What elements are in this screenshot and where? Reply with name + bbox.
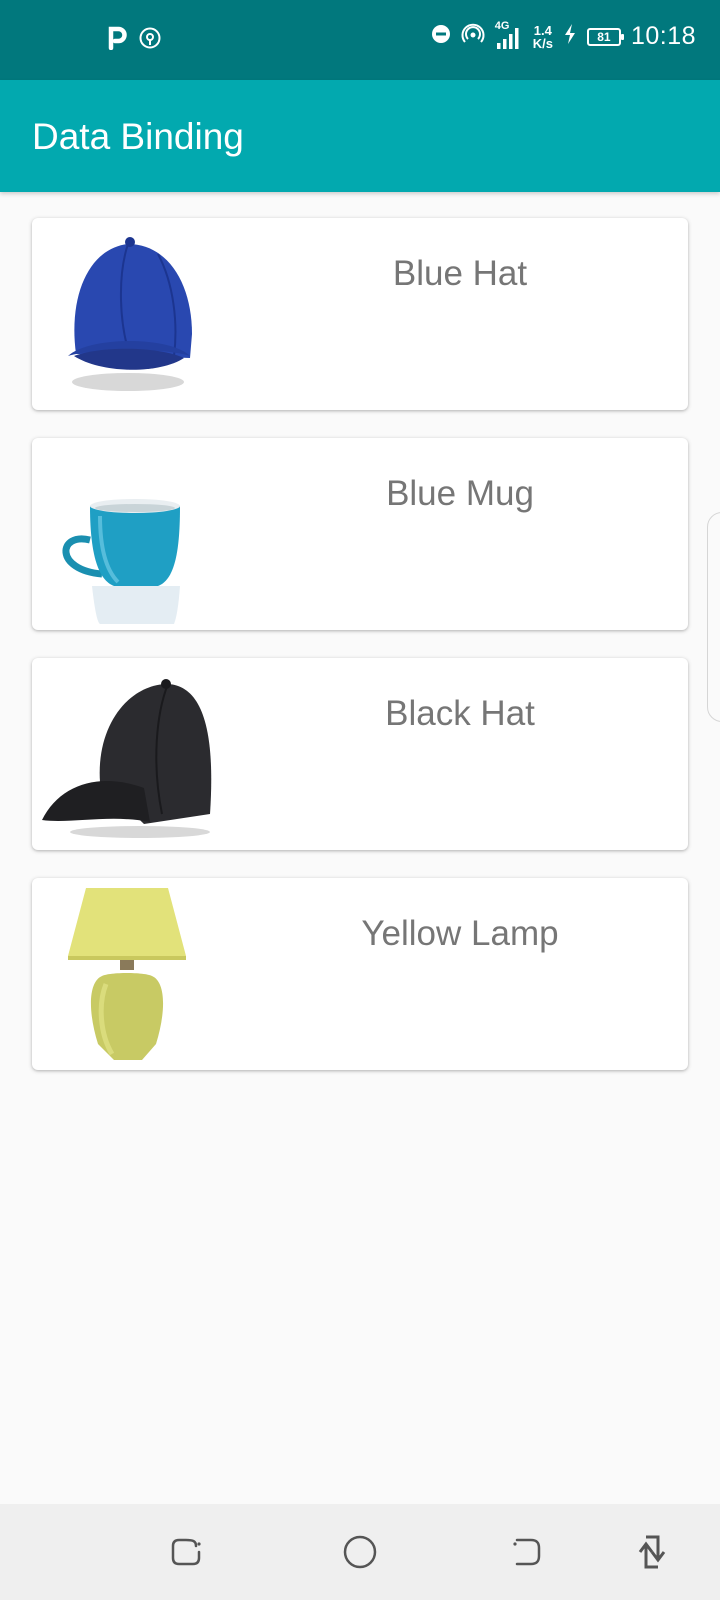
product-card[interactable]: Black Hat bbox=[32, 658, 688, 850]
product-name: Black Hat bbox=[385, 694, 535, 733]
black-hat-image bbox=[42, 679, 212, 838]
product-card[interactable]: Yellow Lamp bbox=[32, 878, 688, 1070]
location-tracking-icon bbox=[138, 26, 162, 55]
navigation-bar bbox=[0, 1504, 720, 1600]
do-not-disturb-icon bbox=[431, 24, 451, 49]
back-button[interactable] bbox=[504, 1532, 548, 1576]
status-time: 10:18 bbox=[630, 22, 696, 50]
yellow-lamp-image bbox=[68, 888, 186, 1060]
home-button[interactable] bbox=[338, 1532, 382, 1576]
rotate-screen-icon bbox=[637, 1534, 667, 1575]
product-name: Blue Hat bbox=[392, 254, 528, 293]
status-bar: 4G 1.4 K/s 81 10:18 bbox=[0, 0, 720, 80]
signal-strength-icon: 4G bbox=[495, 20, 523, 50]
network-speed: 1.4 K/s bbox=[533, 24, 553, 50]
product-card[interactable]: Blue Hat bbox=[32, 218, 688, 410]
speed-unit: K/s bbox=[532, 35, 553, 51]
blue-hat-image bbox=[68, 237, 192, 391]
back-icon bbox=[509, 1535, 543, 1574]
recent-apps-button[interactable] bbox=[164, 1532, 208, 1576]
page-title: Data Binding bbox=[32, 116, 244, 157]
battery-icon: 81 bbox=[586, 27, 624, 46]
charging-icon bbox=[563, 23, 577, 50]
recent-apps-icon bbox=[169, 1535, 203, 1574]
home-icon bbox=[342, 1534, 378, 1575]
app-bar: Data Binding bbox=[0, 80, 720, 192]
product-name: Yellow Lamp bbox=[361, 914, 559, 953]
rotate-screen-button[interactable] bbox=[630, 1532, 674, 1576]
product-card[interactable]: Blue Mug bbox=[32, 438, 688, 630]
parking-app-icon bbox=[108, 26, 128, 55]
product-name: Blue Mug bbox=[386, 474, 534, 513]
speed-value: 1.4 bbox=[533, 22, 552, 38]
edge-panel-handle[interactable] bbox=[707, 512, 720, 722]
hotspot-icon bbox=[461, 22, 485, 51]
battery-level: 81 bbox=[597, 29, 611, 44]
blue-mug-image bbox=[62, 499, 180, 624]
